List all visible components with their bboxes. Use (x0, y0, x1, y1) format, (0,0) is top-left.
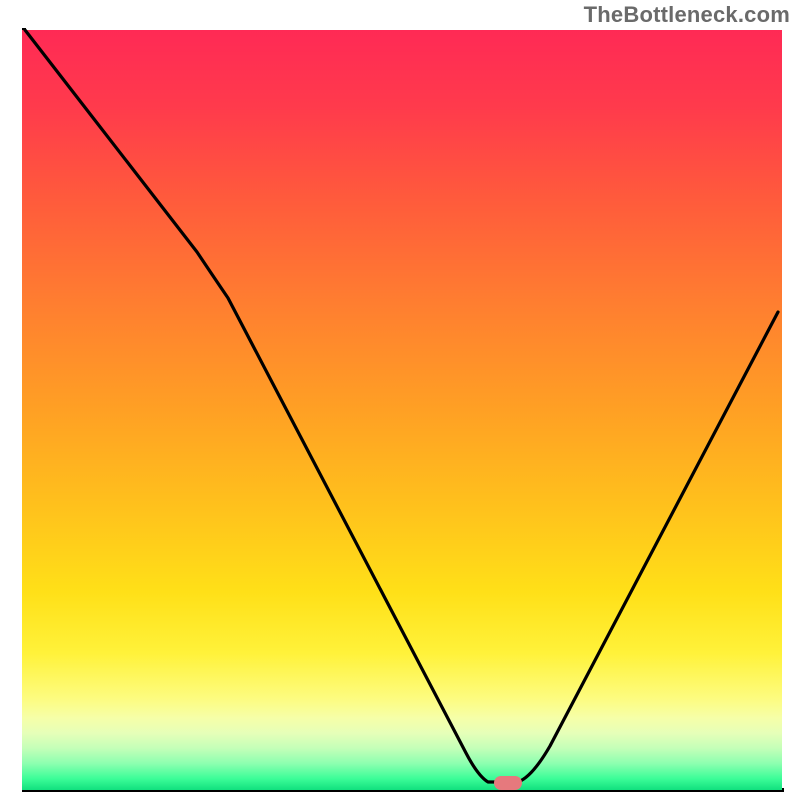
watermark-text: TheBottleneck.com (584, 2, 790, 28)
optimal-point-marker (494, 776, 522, 790)
gradient-background (22, 30, 782, 790)
chart-container: TheBottleneck.com (0, 0, 800, 800)
plot-svg (22, 30, 782, 790)
